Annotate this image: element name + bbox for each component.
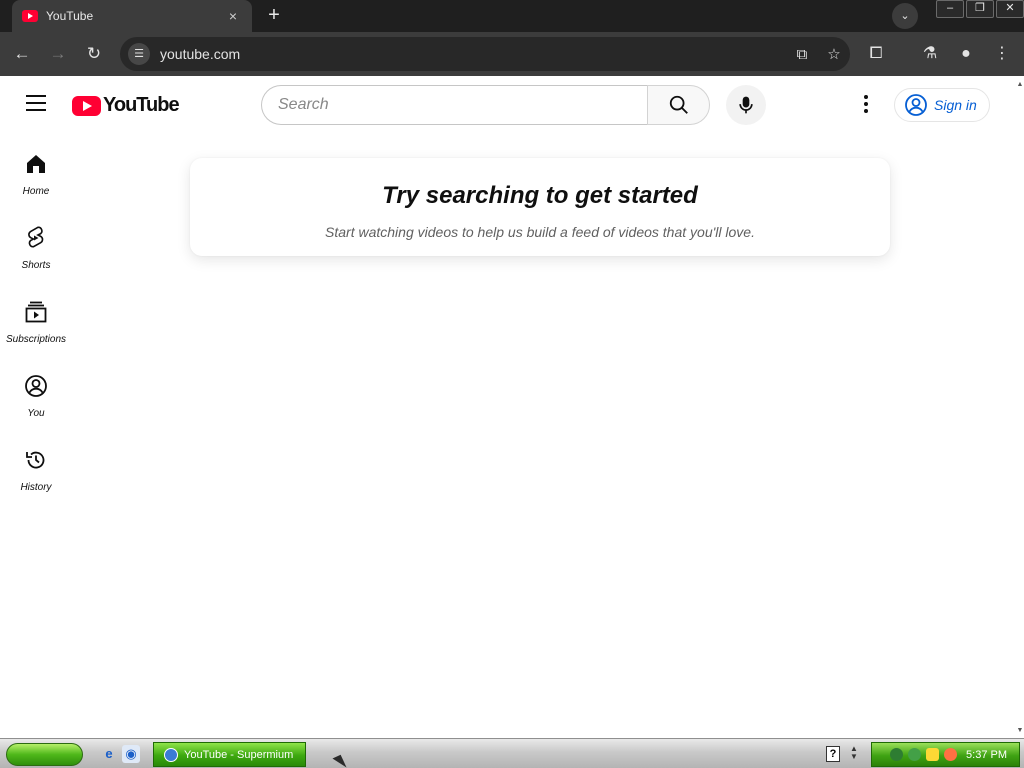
shorts-icon (28, 226, 44, 248)
system-tray: 5:37 PM (871, 742, 1020, 767)
extensions-icon[interactable]: ⧠ (862, 40, 890, 68)
window-controls: – ❐ ✕ (934, 0, 1024, 20)
show-desktop-icon[interactable]: ◉ (122, 745, 140, 763)
browser-toolbar: ← → ↻ ☰ youtube.com ⧉ ☆ ⧠ ⚗ ● ⋮ (0, 32, 1024, 76)
scroll-down-icon[interactable]: ▼ (1016, 726, 1024, 736)
page-title: Try searching to get started (382, 182, 698, 209)
help-icon[interactable]: ? (826, 746, 840, 762)
account-circle-icon (905, 94, 927, 116)
tray-expand-icon[interactable]: ▲ ▼ (850, 745, 858, 761)
mini-guide: Home Shorts Subscriptions You History (0, 140, 72, 510)
clock[interactable]: 5:37 PM (966, 749, 1007, 761)
nudge-subtitle: Start watching videos to help us build a… (325, 224, 755, 240)
search-box (261, 85, 710, 125)
sign-in-label: Sign in (934, 97, 977, 113)
url-text[interactable]: youtube.com (160, 46, 786, 62)
address-bar[interactable]: ☰ youtube.com ⧉ ☆ (120, 37, 850, 71)
youtube-logo[interactable]: YouTube (72, 94, 180, 117)
new-tab-button[interactable]: + (262, 4, 286, 28)
guide-label: History (20, 482, 52, 493)
reload-button[interactable]: ↻ (80, 40, 108, 68)
network-icon[interactable] (890, 748, 903, 761)
history-icon (26, 451, 45, 469)
subscriptions-icon (25, 301, 47, 323)
guide-menu-icon[interactable] (22, 90, 50, 118)
user-circle-icon (25, 375, 47, 397)
taskbar-window-label: YouTube - Supermium (184, 748, 294, 761)
voice-search-button[interactable] (726, 85, 766, 125)
profile-icon[interactable]: ● (952, 40, 980, 68)
browser-app-icon (164, 747, 178, 762)
guide-item-shorts[interactable]: Shorts (0, 214, 72, 288)
browser-tabstrip: YouTube × + ⌄ – ❐ ✕ (0, 0, 1024, 32)
tab-search-button[interactable]: ⌄ (892, 3, 918, 29)
minimize-button[interactable]: – (936, 0, 964, 18)
guide-label: You (27, 408, 45, 419)
feed-nudge-card: Try searching to get started Start watch… (190, 158, 890, 256)
taskbar-window-button[interactable]: YouTube - Supermium (153, 742, 306, 767)
guide-label: Shorts (21, 260, 51, 271)
tab-title: YouTube (46, 9, 94, 23)
logo-text: YouTube (103, 94, 180, 116)
sound-icon[interactable] (908, 748, 921, 761)
search-button[interactable] (647, 85, 710, 125)
guide-label: Home (22, 186, 50, 197)
guide-item-home[interactable]: Home (0, 140, 72, 214)
os-taskbar: e ◉ YouTube - Supermium ? ▲ ▼ 5:37 PM (0, 738, 1024, 768)
site-info-icon[interactable]: ☰ (128, 43, 150, 65)
sign-in-button[interactable]: Sign in (894, 88, 990, 122)
guide-item-you[interactable]: You (0, 362, 72, 436)
youtube-favicon-icon (22, 10, 38, 22)
search-input[interactable] (261, 85, 647, 125)
start-button[interactable] (6, 743, 83, 766)
microphone-icon (739, 96, 753, 114)
browser-tab-youtube[interactable]: YouTube × (12, 0, 252, 32)
internet-explorer-icon[interactable]: e (100, 745, 118, 763)
tab-close-button[interactable]: × (224, 8, 242, 24)
search-tray-icon[interactable] (944, 748, 957, 761)
page-scrollbar[interactable]: ▲ ▼ (1016, 76, 1024, 738)
guide-item-history[interactable]: History (0, 436, 72, 510)
youtube-play-logo-icon (72, 95, 101, 116)
restore-button[interactable]: ❐ (966, 0, 994, 18)
labs-flask-icon[interactable]: ⚗ (916, 40, 944, 68)
security-shield-icon[interactable] (926, 748, 939, 761)
install-app-icon[interactable]: ⧉ (786, 46, 818, 63)
close-window-button[interactable]: ✕ (996, 0, 1024, 18)
scroll-up-icon[interactable]: ▲ (1016, 80, 1024, 90)
forward-button[interactable]: → (44, 40, 72, 68)
bookmark-star-icon[interactable]: ☆ (818, 45, 850, 63)
guide-item-subscriptions[interactable]: Subscriptions (0, 288, 72, 362)
home-icon (27, 155, 45, 173)
guide-label: Subscriptions (5, 334, 67, 345)
back-button[interactable]: ← (8, 40, 36, 68)
browser-menu-icon[interactable]: ⋮ (988, 40, 1016, 68)
search-icon (669, 95, 688, 114)
youtube-masthead: YouTube Sign in (0, 76, 1016, 132)
settings-more-icon[interactable] (852, 90, 880, 118)
